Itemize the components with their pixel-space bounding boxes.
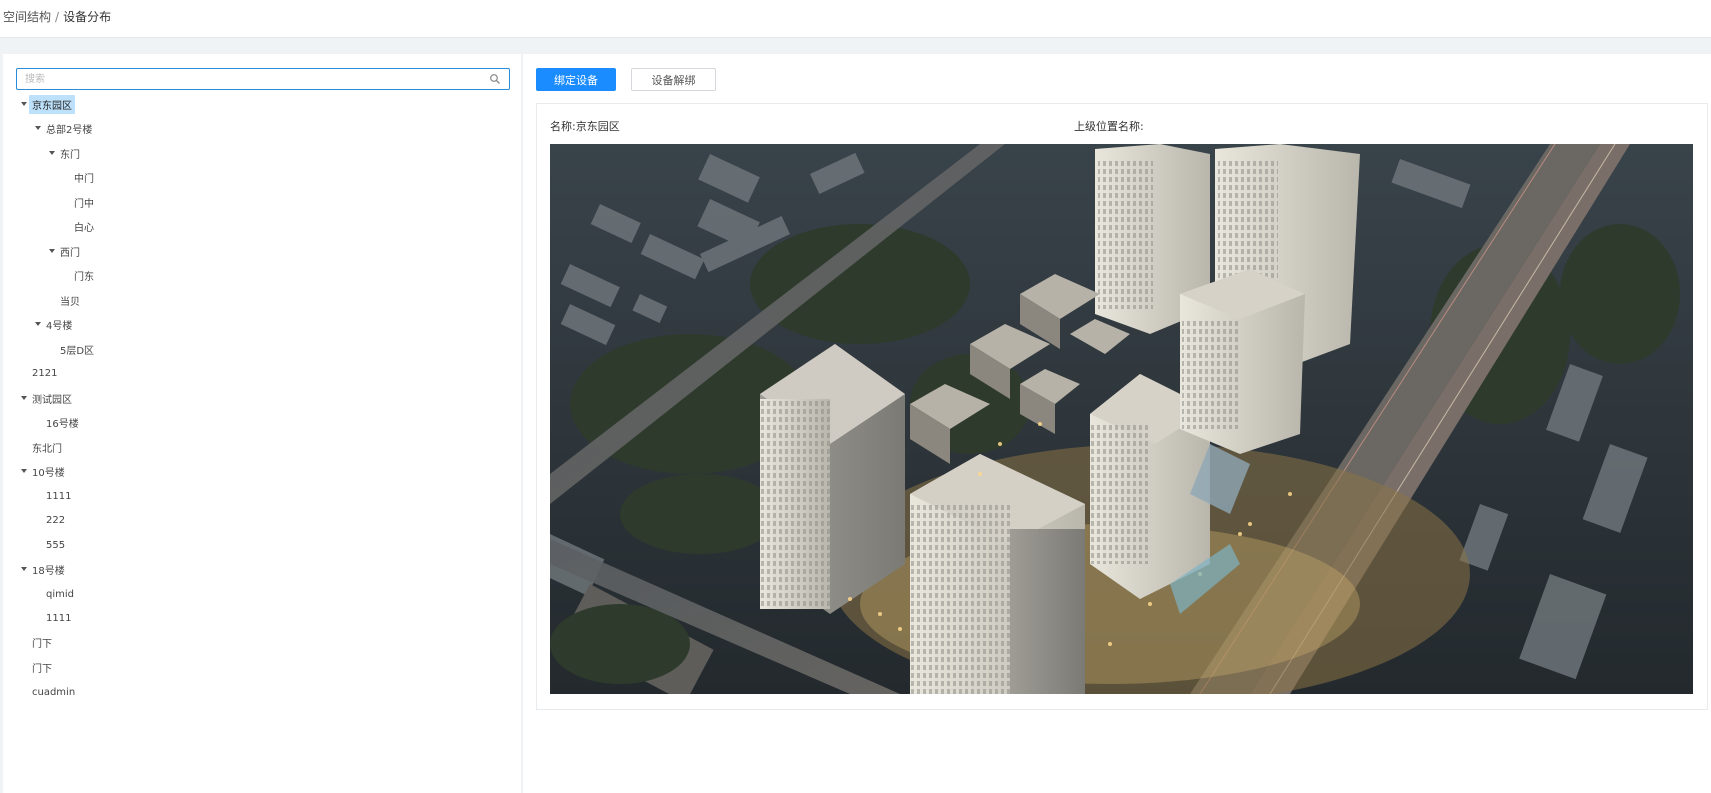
breadcrumb-parent[interactable]: 空间结构 <box>3 10 51 24</box>
tree-node-label: 门下 <box>32 638 52 650</box>
tree-node-label: 当贝 <box>60 296 80 308</box>
breadcrumb-separator: / <box>55 10 60 24</box>
tree-node[interactable]: 555 <box>43 535 68 555</box>
tree-node[interactable]: 5层D区 <box>57 339 97 359</box>
tree-node[interactable]: 门东 <box>71 265 97 285</box>
location-name-value: 京东园区 <box>575 120 620 133</box>
tree-node-label: 东北门 <box>32 443 62 455</box>
tree-node-label: 门东 <box>74 271 94 283</box>
breadcrumb-current: 设备分布 <box>63 10 112 24</box>
tree-node[interactable]: 门下 <box>29 632 55 652</box>
campus-aerial-illustration <box>550 144 1693 694</box>
tree-node[interactable]: 10号楼 <box>19 461 68 481</box>
tree-node[interactable]: 18号楼 <box>19 559 68 579</box>
tree-node[interactable]: 1111 <box>43 608 74 628</box>
location-name-label: 名称: <box>550 120 576 133</box>
tree-node[interactable]: cuadmin <box>29 682 78 702</box>
caret-down-icon[interactable] <box>47 148 57 158</box>
tree-node[interactable]: 白心 <box>71 216 97 236</box>
caret-down-icon[interactable] <box>33 123 43 133</box>
device-panel: 绑定设备 设备解绑 名称:京东园区 上级位置名称: <box>523 54 1711 793</box>
tree-node[interactable]: 2121 <box>29 363 60 383</box>
tree-node[interactable]: 4号楼 <box>33 314 75 334</box>
tree-node[interactable]: 西门 <box>47 241 83 261</box>
tree-node-label: 东门 <box>60 149 80 161</box>
search-field[interactable] <box>16 68 510 90</box>
tree-node-label: 555 <box>46 539 66 551</box>
tree-node[interactable]: 当贝 <box>57 290 83 310</box>
location-info-card: 名称:京东园区 上级位置名称: <box>536 103 1708 710</box>
search-input[interactable] <box>25 72 475 86</box>
parent-location: 上级位置名称: <box>1074 118 1144 134</box>
tree-node-label: 5层D区 <box>60 345 95 357</box>
search-icon[interactable] <box>489 73 501 85</box>
campus-aerial-image <box>550 144 1693 694</box>
tree-node-label: 西门 <box>60 247 80 259</box>
location-name: 名称:京东园区 <box>550 118 620 134</box>
tree-node-label: 2121 <box>32 367 58 379</box>
tree-node-label: 1111 <box>46 612 72 624</box>
tree-node-label: 门下 <box>32 663 52 675</box>
tree-node[interactable]: 222 <box>43 510 68 530</box>
tree-node-label: cuadmin <box>32 686 76 698</box>
unbind-device-button[interactable]: 设备解绑 <box>631 68 716 91</box>
breadcrumb: 空间结构 / 设备分布 <box>3 8 111 25</box>
tree-node-label: qimid <box>46 588 74 600</box>
caret-down-icon[interactable] <box>47 246 57 256</box>
tree-node[interactable]: 门中 <box>71 192 97 212</box>
tree-node[interactable]: 东北门 <box>29 437 65 457</box>
caret-down-icon[interactable] <box>19 393 29 403</box>
tree-node[interactable]: 门下 <box>29 657 55 677</box>
bind-device-button[interactable]: 绑定设备 <box>536 68 616 91</box>
caret-down-icon[interactable] <box>33 319 43 329</box>
tree-node-label: 测试园区 <box>32 394 72 406</box>
tree-node-label: 10号楼 <box>32 467 65 479</box>
tree-node-label: 222 <box>46 514 66 526</box>
tree-node[interactable]: qimid <box>43 584 77 604</box>
tree-node-label: 4号楼 <box>46 320 73 332</box>
tree-node[interactable]: 总部2号楼 <box>33 118 95 138</box>
caret-down-icon[interactable] <box>19 564 29 574</box>
top-bar: 空间结构 / 设备分布 <box>0 0 1711 38</box>
tree-node-label: 京东园区 <box>29 94 75 114</box>
tree-node-label: 门中 <box>74 198 94 210</box>
tree-node[interactable]: 测试园区 <box>19 388 75 408</box>
tree-node-label: 中门 <box>74 173 94 185</box>
tree-node-label: 18号楼 <box>32 565 65 577</box>
caret-down-icon[interactable] <box>19 466 29 476</box>
tree-node[interactable]: 京东园区 <box>19 94 75 114</box>
location-tree-panel: 京东园区 总部2号楼 东门 中门 门中 白心 西门 门东 当贝 4号楼 5层D区… <box>3 54 522 793</box>
tree-node[interactable]: 1111 <box>43 486 74 506</box>
tree-node-label: 1111 <box>46 490 72 502</box>
caret-down-icon[interactable] <box>19 99 29 109</box>
tree-node-label: 总部2号楼 <box>46 124 93 136</box>
tree-node[interactable]: 东门 <box>47 143 83 163</box>
tree-node-label: 白心 <box>74 222 94 234</box>
tree-node-label: 16号楼 <box>46 418 79 430</box>
tree-node[interactable]: 中门 <box>71 167 97 187</box>
parent-location-label: 上级位置名称: <box>1074 120 1144 133</box>
tree-node[interactable]: 16号楼 <box>43 412 82 432</box>
